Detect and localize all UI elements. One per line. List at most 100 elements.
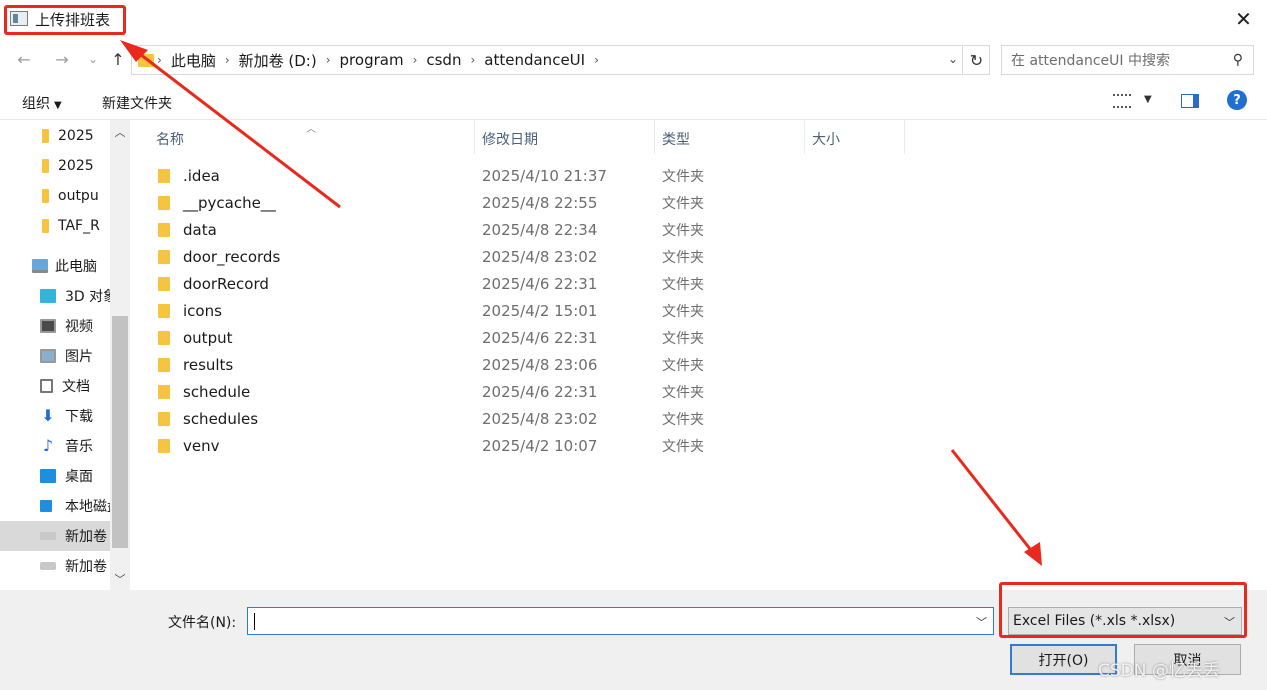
chevron-right-icon: › [224,53,230,67]
watermark: CSDN @忆丢丢 [1098,661,1220,681]
table-row[interactable]: data 2025/4/8 22:34 文件夹 [158,216,1158,243]
sidebar-item-label: 下载 [65,409,93,425]
dialog-footer: 文件名(N): ﹀ Excel Files (*.xls *.xlsx) ﹀ 打… [0,590,1267,690]
sidebar-item-label: 音乐 [65,439,93,455]
chevron-right-icon: › [412,53,418,67]
up-arrow-icon[interactable]: ↑ [107,48,129,70]
view-options-icon[interactable] [1113,94,1131,108]
file-name: venv [183,436,220,455]
folder-icon [42,189,49,203]
file-type-filter-value: Excel Files (*.xls *.xlsx) [1013,613,1176,629]
sidebar-item-label: 2025 [58,158,94,174]
sidebar-item-folder[interactable]: TAF_R [0,211,110,241]
column-divider[interactable] [654,120,655,154]
search-icon[interactable]: ⚲ [1233,52,1243,68]
sidebar-item-label: 新加卷 [65,559,107,575]
file-name: output [183,328,233,347]
music-icon: ♪ [42,436,54,455]
sidebar-item-label: outpu [58,188,99,204]
caret-down-icon[interactable]: ▼ [1144,94,1152,105]
navigation-bar: ← → ⌄ ↑ › 此电脑 › 新加卷 (D:) › program › csd… [0,42,1267,78]
file-modified: 2025/4/8 22:34 [482,220,598,239]
organize-button[interactable]: 组织 ▼ [22,93,62,113]
sidebar-item-videos[interactable]: 视频 [0,311,110,341]
folder-icon [158,411,170,426]
sort-ascending-icon: ︿ [306,124,316,135]
breadcrumb-drive-d[interactable]: 新加卷 (D:) [233,50,323,71]
scroll-down-icon[interactable]: ﹀ [110,569,130,589]
table-row[interactable]: doorRecord 2025/4/6 22:31 文件夹 [158,270,1158,297]
folder-icon [138,53,154,67]
sidebar-item-music[interactable]: ♪ 音乐 [0,431,110,461]
column-header-modified[interactable]: 修改日期 [482,129,538,149]
filename-input[interactable]: ﹀ [247,607,994,635]
help-icon[interactable]: ? [1227,90,1247,110]
preview-pane-icon[interactable] [1181,94,1199,108]
breadcrumb-csdn[interactable]: csdn [420,51,467,69]
sidebar-scrollbar[interactable]: ︿ ﹀ [110,120,130,590]
sidebar-item-folder[interactable]: 2025 [0,151,110,181]
sidebar-item-folder[interactable]: 2025 [0,121,110,151]
column-header-type[interactable]: 类型 [662,129,690,149]
table-row[interactable]: output 2025/4/6 22:31 文件夹 [158,324,1158,351]
chevron-right-icon: › [157,53,162,67]
address-bar[interactable]: › 此电脑 › 新加卷 (D:) › program › csdn › atte… [131,45,963,75]
table-row[interactable]: door_records 2025/4/8 23:02 文件夹 [158,243,1158,270]
documents-icon [40,379,53,393]
file-type: 文件夹 [662,168,704,185]
breadcrumb-attendanceui[interactable]: attendanceUI [478,51,591,69]
breadcrumb-program[interactable]: program [334,51,410,69]
scrollbar-thumb[interactable] [112,316,128,548]
refresh-button[interactable]: ↻ [964,45,990,75]
file-modified: 2025/4/8 22:55 [482,193,598,212]
sidebar-item-pictures[interactable]: 图片 [0,341,110,371]
command-toolbar: 组织 ▼ 新建文件夹 ▼ ? [0,82,1267,120]
sidebar-item-3d-objects[interactable]: 3D 对象 [0,281,110,311]
sidebar-item-desktop[interactable]: 桌面 [0,461,110,491]
file-modified: 2025/4/10 21:37 [482,166,607,185]
sidebar-item-this-pc[interactable]: 此电脑 [0,251,110,281]
chevron-down-icon[interactable]: ⌄ [948,52,958,66]
table-row[interactable]: icons 2025/4/2 15:01 文件夹 [158,297,1158,324]
sidebar-item-label: 此电脑 [55,259,97,275]
sidebar-item-new-volume[interactable]: 新加卷 [0,551,110,581]
column-header-name[interactable]: 名称 [156,129,184,149]
back-arrow-icon[interactable]: ← [13,48,35,70]
table-row[interactable]: results 2025/4/8 23:06 文件夹 [158,351,1158,378]
file-modified: 2025/4/8 23:06 [482,355,598,374]
table-row[interactable]: venv 2025/4/2 10:07 文件夹 [158,432,1158,459]
file-type-filter-select[interactable]: Excel Files (*.xls *.xlsx) ﹀ [1008,607,1242,635]
breadcrumb-this-pc[interactable]: 此电脑 [165,50,222,71]
filename-label: 文件名(N): [168,615,237,631]
table-row[interactable]: .idea 2025/4/10 21:37 文件夹 [158,162,1158,189]
column-header-size[interactable]: 大小 [812,129,840,149]
window-title: 上传排班表 [35,11,111,29]
sidebar-item-new-volume-selected[interactable]: 新加卷 [0,521,110,551]
forward-arrow-icon[interactable]: → [51,48,73,70]
windows-drive-icon [40,500,52,512]
scroll-up-icon[interactable]: ︿ [110,122,130,142]
recent-locations-icon[interactable]: ⌄ [82,48,104,70]
chevron-down-icon[interactable]: ﹀ [1224,614,1235,630]
search-input[interactable]: 在 attendanceUI 中搜索 ⚲ [1001,45,1254,75]
table-row[interactable]: __pycache__ 2025/4/8 22:55 文件夹 [158,189,1158,216]
close-button[interactable]: ✕ [1220,0,1267,38]
sidebar-item-label: 文档 [62,379,90,395]
table-row[interactable]: schedules 2025/4/8 23:02 文件夹 [158,405,1158,432]
sidebar-item-downloads[interactable]: ⬇ 下载 [0,401,110,431]
folder-icon [158,330,170,345]
file-name: icons [183,301,222,320]
file-type: 文件夹 [662,276,704,293]
sidebar-item-label: 2025 [58,128,94,144]
caret-down-icon: ▼ [54,100,62,111]
column-divider[interactable] [904,120,905,154]
column-divider[interactable] [474,120,475,154]
chevron-down-icon[interactable]: ﹀ [976,614,987,630]
sidebar-item-label: TAF_R [58,218,100,234]
column-divider[interactable] [804,120,805,154]
new-folder-button[interactable]: 新建文件夹 [102,93,172,113]
sidebar-item-documents[interactable]: 文档 [0,371,110,401]
table-row[interactable]: schedule 2025/4/6 22:31 文件夹 [158,378,1158,405]
sidebar-item-local-disk[interactable]: 本地磁盘 [0,491,110,521]
sidebar-item-folder[interactable]: outpu [0,181,110,211]
